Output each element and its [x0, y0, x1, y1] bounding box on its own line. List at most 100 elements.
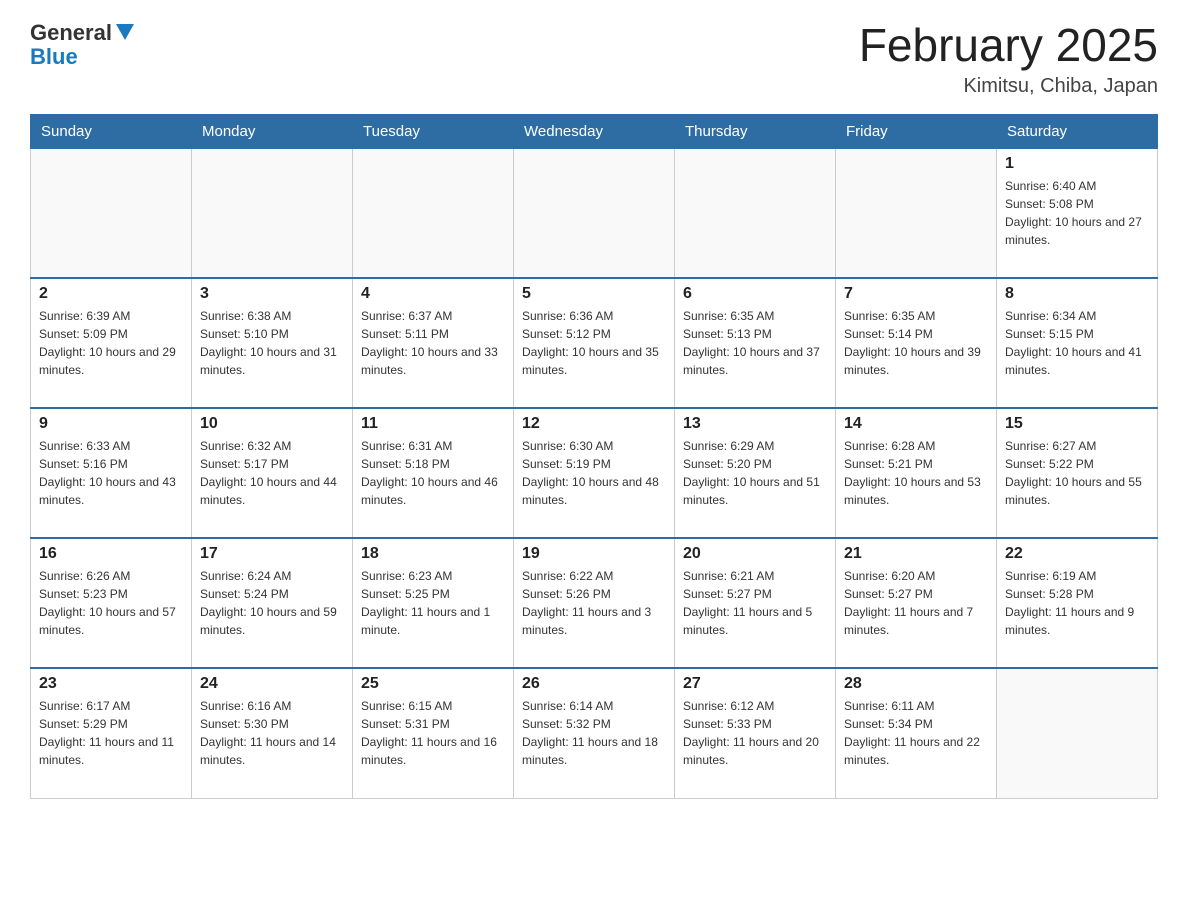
day-number: 14 [844, 415, 988, 433]
calendar-cell [675, 148, 836, 278]
day-number: 28 [844, 675, 988, 693]
calendar-cell: 18 Sunrise: 6:23 AMSunset: 5:25 PMDayligh… [353, 538, 514, 668]
day-info: Sunrise: 6:33 AMSunset: 5:16 PMDaylight:… [39, 437, 183, 509]
day-number: 24 [200, 675, 344, 693]
day-number: 5 [522, 285, 666, 303]
calendar-cell [997, 668, 1158, 798]
calendar-cell: 23 Sunrise: 6:17 AMSunset: 5:29 PMDayligh… [31, 668, 192, 798]
location-title: Kimitsu, Chiba, Japan [859, 75, 1158, 98]
weekday-header-sunday: Sunday [31, 114, 192, 148]
day-number: 15 [1005, 415, 1149, 433]
day-info: Sunrise: 6:29 AMSunset: 5:20 PMDaylight:… [683, 437, 827, 509]
day-number: 4 [361, 285, 505, 303]
calendar-cell: 2 Sunrise: 6:39 AMSunset: 5:09 PMDaylight… [31, 278, 192, 408]
day-info: Sunrise: 6:27 AMSunset: 5:22 PMDaylight:… [1005, 437, 1149, 509]
day-info: Sunrise: 6:15 AMSunset: 5:31 PMDaylight:… [361, 697, 505, 769]
calendar-cell: 28 Sunrise: 6:11 AMSunset: 5:34 PMDayligh… [836, 668, 997, 798]
calendar-cell [31, 148, 192, 278]
day-number: 20 [683, 545, 827, 563]
day-info: Sunrise: 6:21 AMSunset: 5:27 PMDaylight:… [683, 567, 827, 639]
day-info: Sunrise: 6:17 AMSunset: 5:29 PMDaylight:… [39, 697, 183, 769]
calendar-cell: 26 Sunrise: 6:14 AMSunset: 5:32 PMDayligh… [514, 668, 675, 798]
day-info: Sunrise: 6:38 AMSunset: 5:10 PMDaylight:… [200, 307, 344, 379]
week-row-3: 9 Sunrise: 6:33 AMSunset: 5:16 PMDaylight… [31, 408, 1158, 538]
day-info: Sunrise: 6:26 AMSunset: 5:23 PMDaylight:… [39, 567, 183, 639]
calendar-cell: 7Sunrise: 6:35 AMSunset: 5:14 PMDaylight… [836, 278, 997, 408]
weekday-header-friday: Friday [836, 114, 997, 148]
weekday-header-row: SundayMondayTuesdayWednesdayThursdayFrid… [31, 114, 1158, 148]
calendar-cell: 8 Sunrise: 6:34 AMSunset: 5:15 PMDaylight… [997, 278, 1158, 408]
day-number: 2 [39, 285, 183, 303]
calendar-cell: 11 Sunrise: 6:31 AMSunset: 5:18 PMDayligh… [353, 408, 514, 538]
day-number: 8 [1005, 285, 1149, 303]
week-row-2: 2 Sunrise: 6:39 AMSunset: 5:09 PMDaylight… [31, 278, 1158, 408]
logo-general: General [30, 20, 112, 46]
day-number: 10 [200, 415, 344, 433]
day-info: Sunrise: 6:23 AMSunset: 5:25 PMDaylight:… [361, 567, 505, 639]
calendar-cell: 3 Sunrise: 6:38 AMSunset: 5:10 PMDaylight… [192, 278, 353, 408]
day-info: Sunrise: 6:24 AMSunset: 5:24 PMDaylight:… [200, 567, 344, 639]
day-info: Sunrise: 6:39 AMSunset: 5:09 PMDaylight:… [39, 307, 183, 379]
calendar-cell: 12Sunrise: 6:30 AMSunset: 5:19 PMDayligh… [514, 408, 675, 538]
title-block: February 2025 Kimitsu, Chiba, Japan [859, 20, 1158, 98]
day-info: Sunrise: 6:36 AMSunset: 5:12 PMDaylight:… [522, 307, 666, 379]
calendar-cell [353, 148, 514, 278]
day-number: 13 [683, 415, 827, 433]
day-number: 17 [200, 545, 344, 563]
calendar-cell: 24 Sunrise: 6:16 AMSunset: 5:30 PMDayligh… [192, 668, 353, 798]
day-number: 11 [361, 415, 505, 433]
page-header: General Blue February 2025 Kimitsu, Chib… [30, 20, 1158, 98]
day-number: 12 [522, 415, 666, 433]
day-info: Sunrise: 6:32 AMSunset: 5:17 PMDaylight:… [200, 437, 344, 509]
day-info: Sunrise: 6:37 AMSunset: 5:11 PMDaylight:… [361, 307, 505, 379]
day-info: Sunrise: 6:40 AMSunset: 5:08 PMDaylight:… [1005, 177, 1149, 249]
calendar-cell: 16 Sunrise: 6:26 AMSunset: 5:23 PMDayligh… [31, 538, 192, 668]
day-number: 23 [39, 675, 183, 693]
day-number: 25 [361, 675, 505, 693]
day-number: 27 [683, 675, 827, 693]
day-info: Sunrise: 6:19 AMSunset: 5:28 PMDaylight:… [1005, 567, 1149, 639]
day-info: Sunrise: 6:35 AMSunset: 5:13 PMDaylight:… [683, 307, 827, 379]
day-info: Sunrise: 6:11 AMSunset: 5:34 PMDaylight:… [844, 697, 988, 769]
weekday-header-thursday: Thursday [675, 114, 836, 148]
calendar-cell [514, 148, 675, 278]
calendar-cell: 9 Sunrise: 6:33 AMSunset: 5:16 PMDaylight… [31, 408, 192, 538]
calendar-cell: 4 Sunrise: 6:37 AMSunset: 5:11 PMDaylight… [353, 278, 514, 408]
calendar-cell: 14Sunrise: 6:28 AMSunset: 5:21 PMDayligh… [836, 408, 997, 538]
calendar-cell: 27 Sunrise: 6:12 AMSunset: 5:33 PMDayligh… [675, 668, 836, 798]
calendar-table: SundayMondayTuesdayWednesdayThursdayFrid… [30, 114, 1158, 799]
logo-blue: Blue [30, 44, 78, 70]
day-number: 6 [683, 285, 827, 303]
weekday-header-wednesday: Wednesday [514, 114, 675, 148]
calendar-cell [836, 148, 997, 278]
calendar-cell [192, 148, 353, 278]
calendar-cell: 21Sunrise: 6:20 AMSunset: 5:27 PMDayligh… [836, 538, 997, 668]
calendar-cell: 10 Sunrise: 6:32 AMSunset: 5:17 PMDayligh… [192, 408, 353, 538]
day-number: 3 [200, 285, 344, 303]
day-number: 1 [1005, 155, 1149, 173]
day-number: 22 [1005, 545, 1149, 563]
calendar-cell: 17 Sunrise: 6:24 AMSunset: 5:24 PMDayligh… [192, 538, 353, 668]
day-info: Sunrise: 6:12 AMSunset: 5:33 PMDaylight:… [683, 697, 827, 769]
calendar-cell: 20 Sunrise: 6:21 AMSunset: 5:27 PMDayligh… [675, 538, 836, 668]
day-number: 16 [39, 545, 183, 563]
week-row-4: 16 Sunrise: 6:26 AMSunset: 5:23 PMDayligh… [31, 538, 1158, 668]
week-row-1: 1 Sunrise: 6:40 AMSunset: 5:08 PMDaylight… [31, 148, 1158, 278]
day-info: Sunrise: 6:31 AMSunset: 5:18 PMDaylight:… [361, 437, 505, 509]
calendar-cell: 25 Sunrise: 6:15 AMSunset: 5:31 PMDayligh… [353, 668, 514, 798]
day-number: 26 [522, 675, 666, 693]
calendar-cell: 5 Sunrise: 6:36 AMSunset: 5:12 PMDaylight… [514, 278, 675, 408]
day-number: 18 [361, 545, 505, 563]
day-info: Sunrise: 6:20 AMSunset: 5:27 PMDaylight:… [844, 567, 988, 639]
day-info: Sunrise: 6:22 AMSunset: 5:26 PMDaylight:… [522, 567, 666, 639]
day-info: Sunrise: 6:16 AMSunset: 5:30 PMDaylight:… [200, 697, 344, 769]
day-number: 9 [39, 415, 183, 433]
weekday-header-tuesday: Tuesday [353, 114, 514, 148]
day-number: 7 [844, 285, 988, 303]
day-info: Sunrise: 6:34 AMSunset: 5:15 PMDaylight:… [1005, 307, 1149, 379]
week-row-5: 23 Sunrise: 6:17 AMSunset: 5:29 PMDayligh… [31, 668, 1158, 798]
calendar-cell: 1 Sunrise: 6:40 AMSunset: 5:08 PMDaylight… [997, 148, 1158, 278]
calendar-cell: 22 Sunrise: 6:19 AMSunset: 5:28 PMDayligh… [997, 538, 1158, 668]
weekday-header-saturday: Saturday [997, 114, 1158, 148]
day-info: Sunrise: 6:14 AMSunset: 5:32 PMDaylight:… [522, 697, 666, 769]
